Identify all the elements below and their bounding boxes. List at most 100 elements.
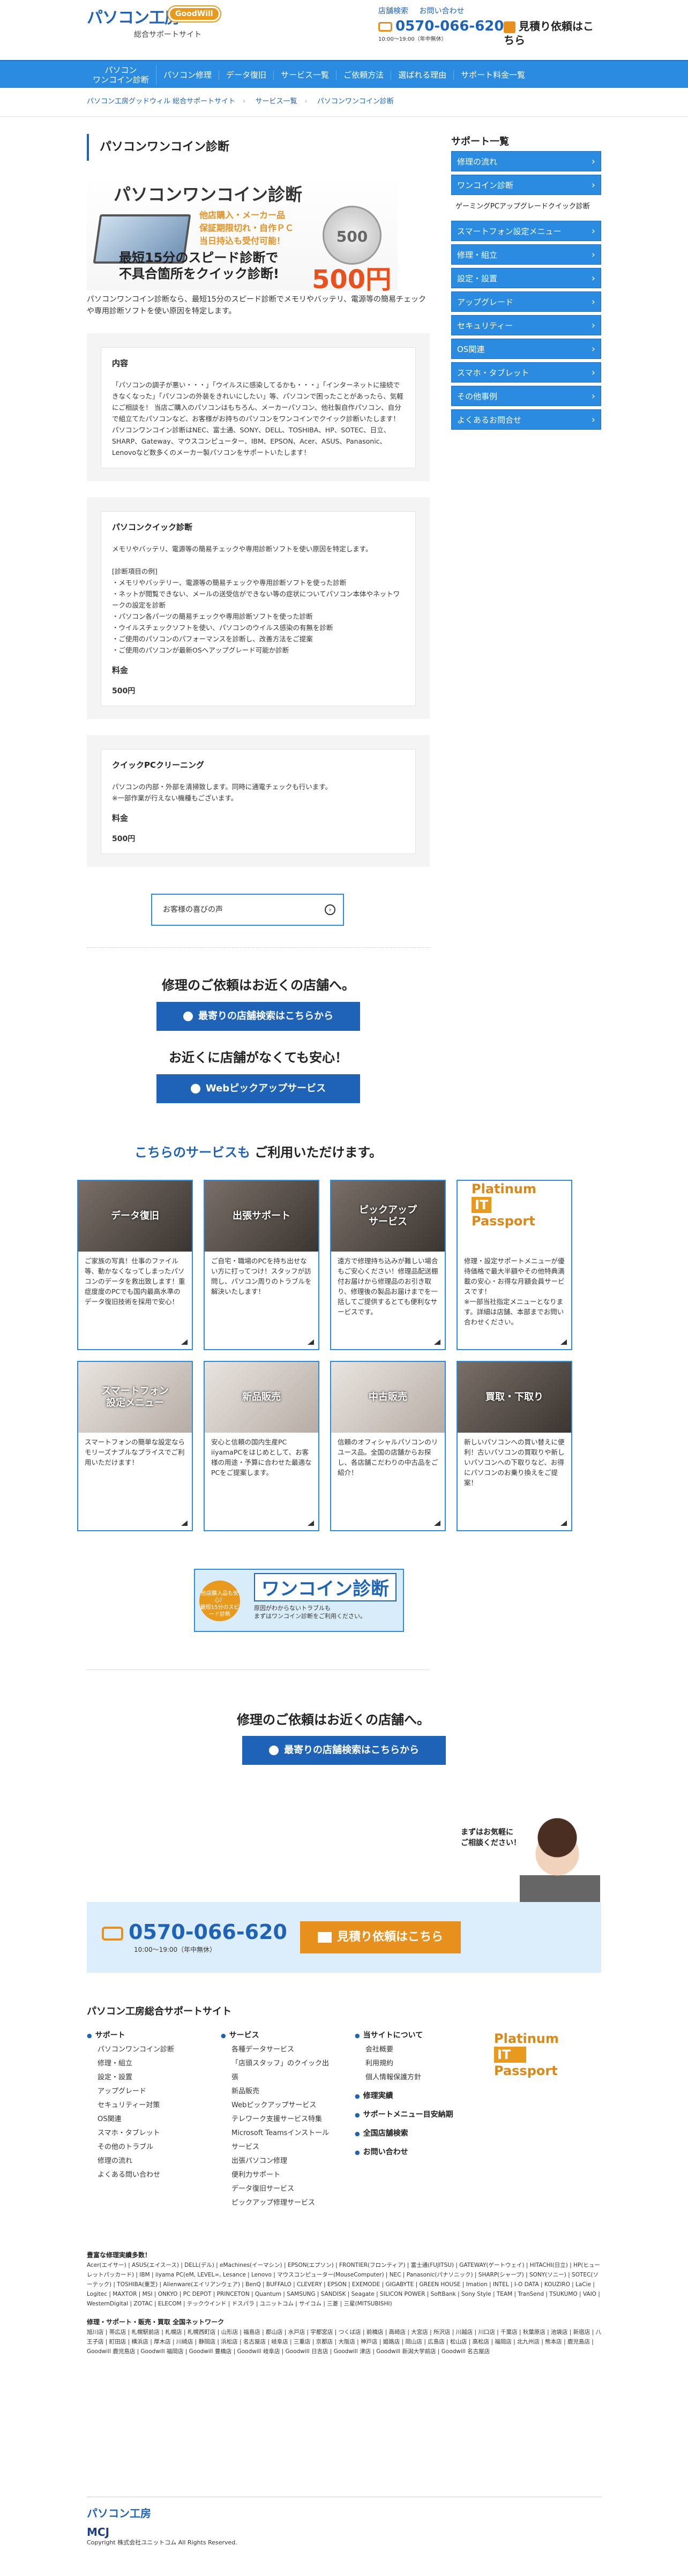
sidebar-item[interactable]: OS関連 bbox=[451, 339, 601, 360]
web-pickup-button[interactable]: Webピックアップサービス bbox=[156, 1074, 360, 1103]
sitemap-heading[interactable]: サポートメニュー目安納期 bbox=[355, 2108, 453, 2122]
sidebar-item[interactable]: セキュリティー bbox=[451, 315, 601, 336]
service-card[interactable]: 出張サポートご自宅・職場のPCを持ち出せない方に打ってつけ！スタッフが訪問し、パ… bbox=[204, 1180, 319, 1350]
contact-band: 0570-066-620 10:00〜19:00（年中無休） 見積り依頼はこちら bbox=[87, 1902, 601, 1973]
breadcrumb-current: パソコンワンコイン診断 bbox=[317, 98, 394, 106]
service-card[interactable]: Platinum IT Passport 修理・設定サポートメニューが優待価格で最大半… bbox=[457, 1180, 572, 1350]
breadcrumb: パソコン工房グッドウィル 総合サポートサイト › サービス一覧 › パソコンワンコイ… bbox=[0, 88, 688, 117]
sidebar-item[interactable]: よくあるお問合せ bbox=[451, 409, 601, 430]
service-image: Platinum IT Passport bbox=[458, 1181, 571, 1252]
service-card[interactable]: データ復旧 ご家族の写真！仕事のファイル等、動かなくなってしまったパソコンのデータ… bbox=[77, 1180, 193, 1350]
makers-title: 豊富な修理実績多数！ bbox=[87, 2251, 152, 2259]
service-text: ご自宅・職場のPCを持ち出せない方に打ってつけ！スタッフが訪問し、パソコン周りの… bbox=[211, 1257, 312, 1296]
band-phone[interactable]: 0570-066-620 bbox=[102, 1920, 287, 1944]
platinum-logo[interactable]: Platinum IT Passport bbox=[494, 2031, 574, 2079]
cleaning-title: クイックPCクリーニング bbox=[112, 760, 205, 770]
banner-sub: 原因がわからないトラブルも まずはワンコイン診断をご利用ください。 bbox=[254, 1605, 366, 1620]
service-text: 信頼のオフィシャルパソコンのリユース品。全国の店舗からお探し、各店舗こだわりの中… bbox=[338, 1438, 438, 1477]
sitemap-link[interactable]: 修理の流れ bbox=[87, 2154, 174, 2168]
sitemap-link[interactable]: 便利力サポート bbox=[221, 2168, 333, 2182]
sitemap-heading[interactable]: 当サイトについて bbox=[355, 2028, 453, 2043]
sidebar-item[interactable]: 修理・組立 bbox=[451, 244, 601, 265]
sidebar-heading: サポート一覧 bbox=[451, 136, 509, 147]
sitemap-link[interactable]: 出張パソコン修理 bbox=[221, 2154, 333, 2168]
band-phone-number: 0570-066-620 bbox=[129, 1920, 287, 1944]
footer-store-search-button[interactable]: 最寄りの店舗検索はこちらから bbox=[242, 1736, 446, 1765]
footer-bottom: パソコン工房 MCJ Copyright 株式会社ユニットコム All Righ… bbox=[87, 2497, 601, 2546]
hero-banner: パソコンワンコイン診断 他店購入・メーカー品 保証期限切れ・自作ＰＣ 当日持込も… bbox=[87, 175, 398, 295]
sitemap-link[interactable]: パソコンワンコイン診断 bbox=[87, 2043, 174, 2057]
sitemap-link[interactable]: 設定・設置 bbox=[87, 2071, 174, 2085]
nav-item[interactable]: 選ばれる理由 bbox=[391, 70, 454, 80]
sitemap-heading[interactable]: お問い合わせ bbox=[355, 2145, 453, 2160]
sitemap-link[interactable]: 個人情報保護方針 bbox=[355, 2071, 453, 2085]
sitemap-link[interactable]: よくある問い合わせ bbox=[87, 2168, 174, 2182]
breadcrumb-home[interactable]: パソコン工房グッドウィル 総合サポートサイト bbox=[87, 98, 235, 106]
nav-item[interactable]: データ復旧 bbox=[219, 70, 274, 80]
contact-link[interactable]: お問い合わせ bbox=[419, 7, 464, 16]
sitemap-link[interactable]: その他のトラブル bbox=[87, 2140, 174, 2154]
sidebar-item[interactable]: 修理の流れ bbox=[451, 151, 601, 172]
service-name: ピックアップ サービス bbox=[359, 1204, 417, 1227]
sitemap-link[interactable]: 新品販売 bbox=[221, 2085, 333, 2099]
quote-request-button[interactable]: 見積り依頼はこちら bbox=[504, 19, 596, 48]
service-card[interactable]: スマートフォン 設定メニュー スマートフォンの簡単な設定ならモリーズナブルなプライ… bbox=[77, 1361, 193, 1531]
service-card[interactable]: 買取・下取り 新しいパソコンへの買い替えに便利！古いパソコンの買取りや新しいパソコ… bbox=[457, 1361, 572, 1531]
sidebar-item[interactable]: 設定・設置 bbox=[451, 268, 601, 289]
sidebar-item[interactable]: アップグレード bbox=[451, 291, 601, 312]
service-text: 遠方で修理持ち込みが難しい場合もご安心ください！修理品配送棚付お届けから修理品の… bbox=[338, 1257, 438, 1316]
nav-item[interactable]: パソコン ワンコイン診断 bbox=[86, 65, 157, 85]
sidebar-item[interactable]: スマホ・タブレット bbox=[451, 362, 601, 383]
one-coin-banner[interactable]: 他店購入品も安心！ 最短15分のスピード診断 ワンコイン診断 原因がわからないト… bbox=[194, 1569, 404, 1632]
header-phone[interactable]: 0570-066-620 bbox=[378, 18, 523, 34]
breadcrumb-services[interactable]: サービス一覧 bbox=[255, 98, 297, 106]
stores-list: 旭川店 | 帯広店 | 札幌駅前店 | 札幌店 | 札幌西町店 | 山形店 | … bbox=[87, 2329, 601, 2355]
sitemap-link[interactable]: Microsoft Teamsインストールサービス bbox=[221, 2126, 333, 2154]
sidebar-item[interactable]: ゲーミングPCアップグレードクイック診断 bbox=[451, 198, 601, 218]
nav-item[interactable]: サービス一覧 bbox=[274, 70, 337, 80]
nav-item[interactable]: ご依頼方法 bbox=[336, 70, 392, 80]
nav-item[interactable]: サポート料金一覧 bbox=[454, 70, 532, 80]
sitemap-col-support: サポートパソコンワンコイン診断修理・組立設定・設置アップグレードセキュリティー対… bbox=[87, 2028, 174, 2182]
sitemap-heading[interactable]: サービス bbox=[221, 2028, 333, 2043]
sitemap-heading[interactable]: 修理実績 bbox=[355, 2089, 453, 2103]
hero-catch: 最短15分のスピード診断で 不具合箇所をクイック診断! bbox=[119, 250, 279, 281]
service-card[interactable]: 中古販売 信頼のオフィシャルパソコンのリユース品。全国の店舗からお探し、各店舗こだ… bbox=[330, 1361, 446, 1531]
mail-icon bbox=[317, 1932, 332, 1943]
logo-text: パソコン工房 bbox=[87, 9, 181, 27]
sitemap-link[interactable]: ピックアップ修理サービス bbox=[221, 2196, 333, 2210]
band-quote-button[interactable]: 見積り依頼はこちら bbox=[300, 1921, 461, 1953]
sitemap-heading[interactable]: サポート bbox=[87, 2028, 174, 2043]
sitemap-link[interactable]: Webピックアップサービス bbox=[221, 2099, 333, 2113]
service-card[interactable]: 新品販売 安心と信頼の国内生産PC iiyamaPCをはじめとして、お客様の用途・… bbox=[204, 1361, 319, 1531]
sitemap-link[interactable]: スマホ・タブレット bbox=[87, 2126, 174, 2140]
breadcrumb-separator: › bbox=[304, 98, 308, 106]
corner-arrow-icon bbox=[560, 1521, 567, 1526]
sidebar-item[interactable]: スマートフォン設定メニュー bbox=[451, 221, 601, 242]
store-search-link[interactable]: 店舗検索 bbox=[378, 7, 408, 16]
service-image: 出張サポート bbox=[205, 1181, 318, 1252]
service-card[interactable]: ピックアップ サービス遠方で修理持ち込みが難しい場合もご安心ください！修理品配送… bbox=[330, 1180, 446, 1350]
sitemap-link[interactable]: 修理・組立 bbox=[87, 2057, 174, 2071]
sitemap-link[interactable]: テレワーク支援サービス特集 bbox=[221, 2113, 333, 2126]
sidebar-item[interactable]: その他事例 bbox=[451, 386, 601, 407]
footer-logo[interactable]: パソコン工房 bbox=[87, 2505, 601, 2520]
sitemap-link[interactable]: OS関連 bbox=[87, 2113, 174, 2126]
sitemap-link[interactable]: 会社概要 bbox=[355, 2043, 453, 2057]
sidebar-item[interactable]: ワンコイン診断 bbox=[451, 175, 601, 196]
divider bbox=[87, 1669, 430, 1670]
service-image: 買取・下取り bbox=[458, 1362, 571, 1433]
sitemap-link[interactable]: 利用規約 bbox=[355, 2057, 453, 2071]
store-cta-heading: 修理のご依頼はお近くの店舗へ。 bbox=[162, 978, 355, 993]
nav-item[interactable]: パソコン修理 bbox=[156, 70, 220, 80]
platinum-word: Platinum bbox=[472, 1181, 536, 1196]
sitemap-link[interactable]: セキュリティー対策 bbox=[87, 2099, 174, 2113]
sitemap-heading[interactable]: 全国店舗検索 bbox=[355, 2126, 453, 2141]
store-search-button[interactable]: 最寄りの店舗検索はこちらから bbox=[156, 1002, 360, 1031]
customer-voice-link[interactable]: お客様の喜びの声 › bbox=[151, 894, 344, 926]
sitemap-link[interactable]: データ復旧サービス bbox=[221, 2182, 333, 2196]
sitemap-link[interactable]: 各種データサービス bbox=[221, 2043, 333, 2057]
sitemap-link[interactable]: 「店頭スタッフ」のクイック出張 bbox=[221, 2057, 333, 2085]
sitemap-link[interactable]: アップグレード bbox=[87, 2085, 174, 2099]
site-logo[interactable]: パソコン工房 GoodWill bbox=[87, 4, 220, 28]
